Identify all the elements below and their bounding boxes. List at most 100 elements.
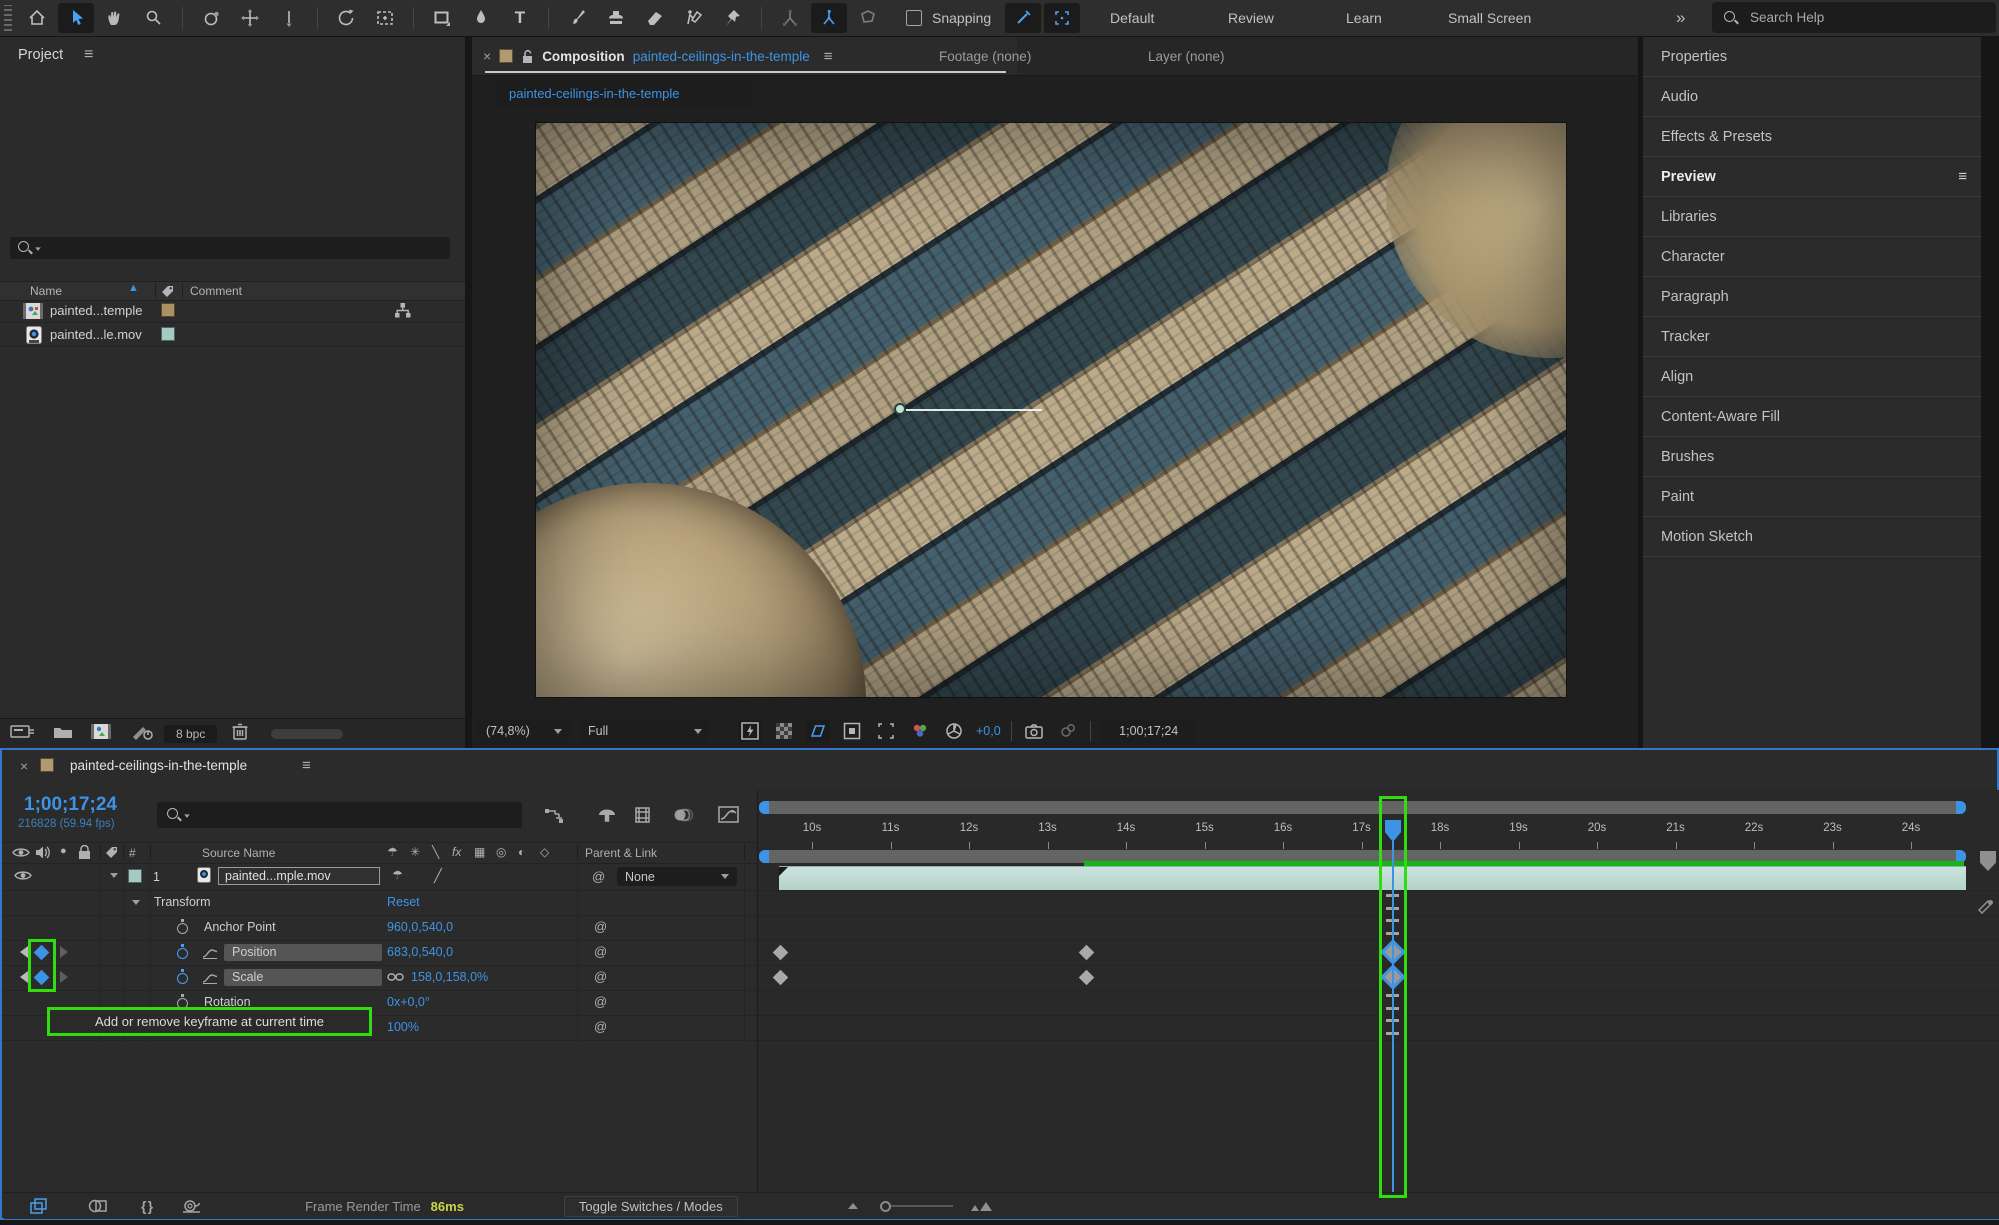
project-settings-icon[interactable] [130, 722, 156, 747]
puppet-pin-tool-icon[interactable] [715, 3, 751, 33]
rotation-tool-icon[interactable] [328, 3, 364, 33]
resolution-dropdown[interactable]: Full [580, 719, 710, 743]
transform-group-row[interactable] [2, 890, 1999, 916]
layer-expand-chevron-icon[interactable] [110, 873, 118, 882]
anchor-point-handle[interactable] [894, 403, 906, 415]
graph-toggle-icon[interactable] [202, 972, 218, 984]
new-folder-icon[interactable] [52, 723, 74, 746]
column-parent-link[interactable]: Parent & Link [585, 846, 657, 860]
transform-group-label[interactable]: Transform [154, 895, 211, 909]
pen-tool-icon[interactable] [463, 3, 499, 33]
label-color-swatch[interactable] [161, 327, 175, 341]
exposure-shutter-icon[interactable] [942, 720, 966, 742]
project-panel-menu-icon[interactable]: ≡ [84, 46, 93, 64]
position-label[interactable]: Position [224, 944, 382, 961]
sidebar-item-effects-presets[interactable]: Effects & Presets [1643, 117, 1981, 157]
fast-previews-icon[interactable] [738, 720, 762, 742]
zoom-tool-icon[interactable] [136, 3, 172, 33]
project-item-footage[interactable]: painted...le.mov [0, 323, 465, 347]
shy-switch-icon[interactable]: ☂ [387, 845, 398, 859]
horizontal-scrollbar[interactable] [271, 729, 343, 739]
crop-region-icon[interactable] [874, 720, 898, 742]
layer-quality-icon[interactable]: ☂ [392, 868, 403, 882]
snapshot-camera-icon[interactable] [1022, 720, 1046, 742]
effects-fx-icon[interactable]: fx [452, 845, 461, 859]
time-navigator-bar[interactable] [759, 801, 1966, 814]
exposure-value[interactable]: +0,0 [976, 724, 1001, 738]
graph-editor-icon[interactable] [716, 803, 742, 827]
unlocked-icon[interactable] [521, 49, 534, 64]
dolly-camera-tool-icon[interactable] [271, 3, 307, 33]
local-axis-mode-icon[interactable] [772, 3, 808, 33]
hand-tool-icon[interactable] [97, 3, 133, 33]
workspace-tab-small-screen[interactable]: Small Screen [1448, 0, 1531, 36]
next-keyframe-icon[interactable] [60, 971, 74, 983]
position-value[interactable]: 683,0,540,0 [387, 945, 453, 959]
layer-source-name[interactable]: painted...mple.mov [218, 867, 380, 885]
paint-stroke-icon[interactable]: ╲ [432, 845, 439, 859]
orbit-camera-tool-icon[interactable] [193, 3, 229, 33]
workspace-tab-default[interactable]: Default [1110, 0, 1154, 36]
label-tag-icon[interactable] [104, 845, 119, 860]
mask-mode-icon[interactable] [87, 1197, 109, 1215]
scale-label[interactable]: Scale [224, 969, 382, 986]
tab-composition[interactable]: × Composition painted-ceilings-in-the-te… [472, 37, 1017, 75]
column-index[interactable]: # [129, 846, 136, 860]
channel-rgb-icon[interactable] [908, 720, 932, 742]
eraser-tool-icon[interactable] [637, 3, 673, 33]
snap-to-features-icon[interactable] [1044, 3, 1080, 33]
tab-layer[interactable]: Layer (none) [1148, 37, 1225, 75]
workspace-tab-learn[interactable]: Learn [1346, 0, 1382, 36]
sidebar-item-tracker[interactable]: Tracker [1643, 317, 1981, 357]
three-d-layer-icon[interactable]: ◇ [540, 845, 549, 859]
opacity-value[interactable]: 100% [387, 1020, 419, 1034]
delete-trash-icon[interactable] [231, 722, 249, 746]
clone-stamp-tool-icon[interactable] [598, 3, 634, 33]
expand-layers-icon[interactable] [29, 1197, 51, 1215]
expressions-icon[interactable]: { } [141, 1198, 153, 1214]
viewer-timecode[interactable]: 1;00;17;24 [1101, 719, 1197, 743]
frame-blend-switch-icon[interactable]: ▦ [474, 845, 485, 859]
layer-visibility-eye-icon[interactable] [14, 869, 32, 882]
brush-tool-icon[interactable] [559, 3, 595, 33]
mask-visibility-icon[interactable] [806, 720, 830, 742]
composition-mini-flowchart-icon[interactable] [542, 803, 568, 827]
type-tool-icon[interactable]: T [502, 3, 538, 33]
view-axis-mode-icon[interactable] [850, 3, 886, 33]
audio-speaker-icon[interactable] [35, 845, 51, 860]
world-axis-mode-icon[interactable] [811, 3, 847, 33]
show-snapshot-icon[interactable] [1056, 720, 1080, 742]
motion-blur-switch-icon[interactable]: ◎ [496, 845, 506, 859]
motion-blur-icon[interactable] [670, 803, 696, 827]
sidebar-item-align[interactable]: Align [1643, 357, 1981, 397]
collapse-transformations-icon[interactable]: ✳ [410, 845, 420, 859]
column-comment[interactable]: Comment [190, 284, 242, 298]
workspace-overflow-chevrons[interactable]: » [1676, 0, 1685, 36]
timeline-tab-menu-icon[interactable]: ≡ [302, 757, 311, 774]
sidebar-item-audio[interactable]: Audio [1643, 77, 1981, 117]
selection-tool-icon[interactable] [58, 3, 94, 33]
flowchart-icon[interactable] [394, 302, 411, 319]
label-column-tag-icon[interactable] [160, 284, 175, 299]
sidebar-item-libraries[interactable]: Libraries [1643, 197, 1981, 237]
project-item-composition[interactable]: painted...temple [0, 299, 465, 323]
rotation-value[interactable]: 0x+0,0° [387, 995, 430, 1009]
panel-menu-icon[interactable]: ≡ [1958, 168, 1967, 185]
parent-pick-whip-icon[interactable]: @ [592, 869, 605, 884]
home-icon[interactable] [19, 3, 55, 33]
sidebar-item-paint[interactable]: Paint [1643, 477, 1981, 517]
frame-blending-icon[interactable] [632, 803, 658, 827]
color-depth-button[interactable]: 8 bpc [164, 725, 217, 743]
toggle-switches-modes-button[interactable]: Toggle Switches / Modes [564, 1196, 738, 1217]
previous-keyframe-icon[interactable] [14, 971, 28, 983]
timeline-zoom-track[interactable] [891, 1205, 953, 1207]
sidebar-item-preview[interactable]: Preview≡ [1643, 157, 1981, 197]
tab-menu-icon[interactable]: ≡ [824, 48, 833, 65]
zoom-out-mountain-icon[interactable] [848, 1203, 858, 1209]
current-timecode[interactable]: 1;00;17;24 [24, 794, 117, 816]
roto-brush-tool-icon[interactable] [676, 3, 712, 33]
new-composition-icon[interactable] [90, 723, 112, 745]
sidebar-item-properties[interactable]: Properties [1643, 37, 1981, 77]
pick-whip-icon[interactable]: @ [594, 969, 607, 984]
composition-canvas[interactable] [536, 123, 1566, 697]
